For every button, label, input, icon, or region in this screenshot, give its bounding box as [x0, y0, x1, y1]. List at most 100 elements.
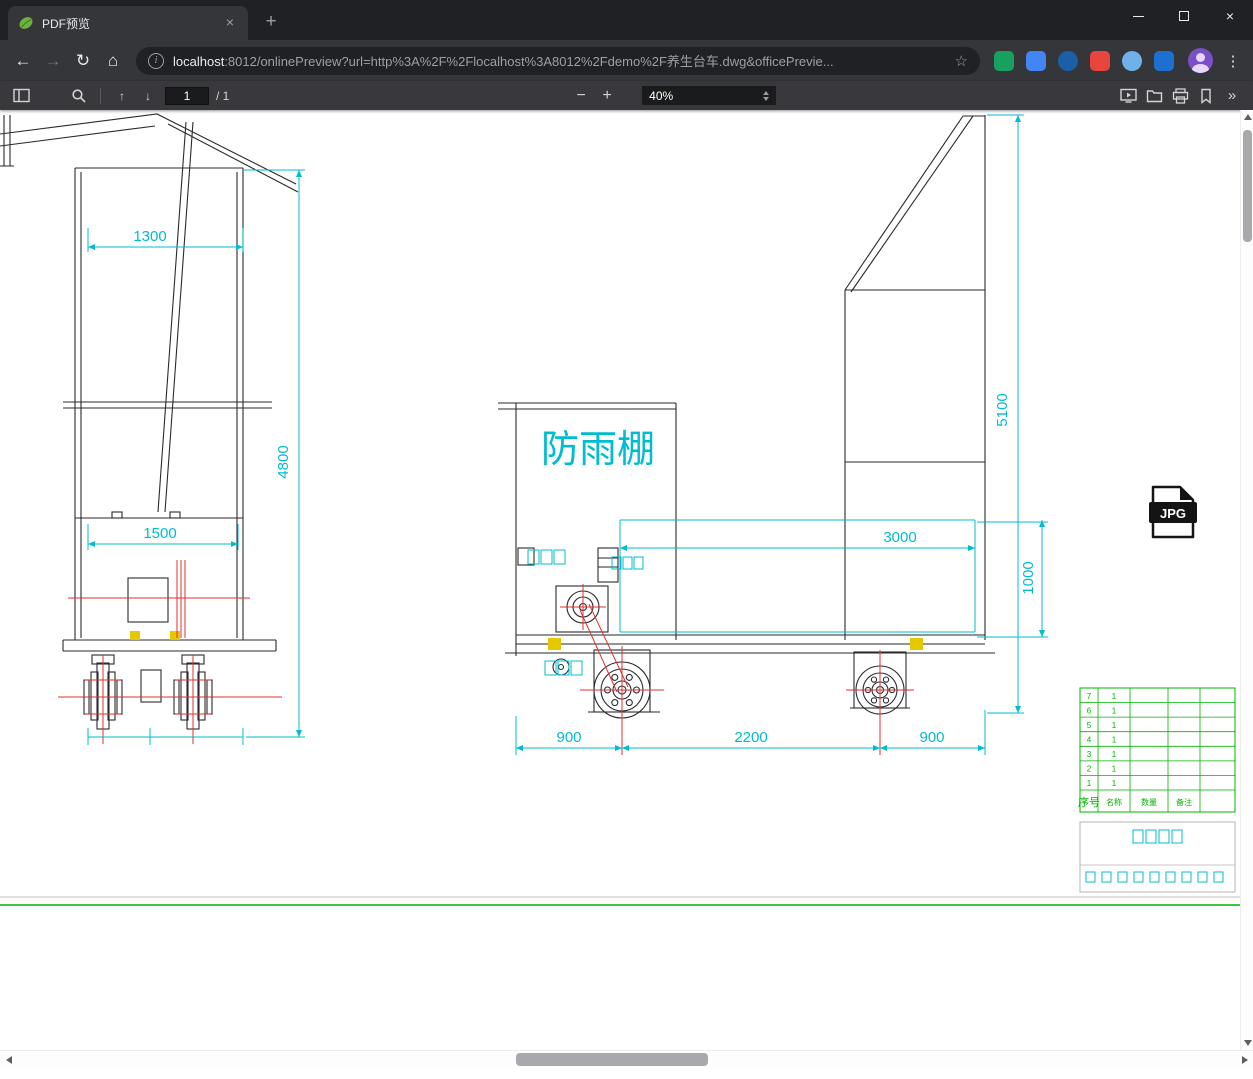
zoom-dropdown-arrows-icon [763, 90, 770, 101]
table-row-no: 3 [1087, 750, 1092, 759]
find-button[interactable] [66, 83, 92, 109]
table-row-no: 4 [1087, 736, 1092, 745]
table-row-no: 7 [1087, 692, 1092, 701]
table-row-qty: 1 [1112, 750, 1117, 759]
dim-front-mid-width: 1500 [143, 525, 176, 542]
table-row-qty: 1 [1112, 692, 1117, 701]
dim-side-tarp-height: 1000 [1020, 561, 1037, 594]
page-count-label: / 1 [216, 88, 230, 103]
sidebar-toggle-button[interactable] [8, 83, 34, 109]
table-header-qty: 数量 [1141, 797, 1157, 807]
print-button[interactable] [1167, 83, 1193, 109]
open-file-button[interactable] [1141, 83, 1167, 109]
extension-icon[interactable] [1090, 50, 1110, 71]
extension-icons [994, 50, 1174, 71]
table-row-qty: 1 [1112, 707, 1117, 716]
table-row-no: 6 [1087, 707, 1092, 716]
pdf-page: 1300 4800 1500 防雨棚 3000 1000 5100 900 22… [0, 110, 1240, 1050]
table-header-no: 序号 [1078, 795, 1100, 809]
parts-table: 7 6 5 4 3 2 1 1 1 1 1 1 1 1 序号 名称 数量 备注 [1078, 687, 1236, 813]
horizontal-scrollbar-thumb[interactable] [516, 1053, 708, 1066]
scroll-down-button[interactable] [1241, 1036, 1253, 1050]
bookmark-star-icon[interactable]: ☆ [955, 52, 968, 70]
table-row-no: 2 [1087, 765, 1092, 774]
back-button[interactable]: ← [8, 46, 38, 76]
browser-menu-button[interactable]: ⋮ [1221, 52, 1245, 70]
zoom-value: 40% [649, 88, 674, 103]
tab-bar: PDF预览 × + × [0, 0, 1253, 40]
zoom-out-button[interactable]: − [568, 83, 594, 109]
navigation-bar: ← → ↻ ⌂ i localhost:8012/onlinePreview?u… [0, 40, 1253, 81]
vertical-scrollbar-thumb[interactable] [1243, 130, 1252, 242]
window-maximize-button[interactable] [1161, 0, 1207, 32]
browser-window: PDF预览 × + × ← → ↻ ⌂ i localhost:8012/onl… [0, 0, 1253, 1079]
scroll-right-icon [1241, 1056, 1248, 1064]
dim-side-tarp-length: 3000 [883, 529, 916, 546]
extension-icon[interactable] [994, 50, 1014, 71]
forward-button[interactable]: → [38, 46, 68, 76]
bookmark-icon [1201, 88, 1211, 104]
table-row-qty: 1 [1112, 765, 1117, 774]
address-bar[interactable]: i localhost:8012/onlinePreview?url=http%… [136, 46, 980, 75]
scroll-up-button[interactable] [1241, 110, 1253, 124]
url-path: :8012/onlinePreview?url=http%3A%2F%2Floc… [224, 54, 834, 69]
extension-icon[interactable] [1154, 50, 1174, 71]
new-tab-button[interactable]: + [258, 9, 284, 35]
open-file-icon [1146, 90, 1162, 103]
search-icon [72, 88, 86, 103]
tab-title: PDF预览 [42, 16, 91, 31]
extension-icon[interactable] [1122, 50, 1142, 71]
cad-glyph-boxes [527, 549, 644, 676]
presentation-mode-icon [1119, 88, 1137, 103]
jpg-icon-label: JPG [1160, 506, 1186, 521]
canopy-label: 防雨棚 [541, 429, 655, 471]
window-minimize-button[interactable] [1115, 0, 1161, 32]
profile-avatar[interactable] [1188, 48, 1213, 73]
page-number-input[interactable] [165, 86, 209, 105]
minimize-icon [1132, 15, 1144, 17]
yellow-pad [170, 631, 180, 640]
zoom-in-button[interactable]: + [594, 83, 620, 109]
vertical-scrollbar[interactable] [1240, 110, 1253, 1050]
bookmark-button[interactable] [1193, 83, 1219, 109]
front-view: 1300 4800 1500 [0, 113, 305, 745]
leaf-icon [19, 17, 33, 29]
print-icon [1172, 87, 1188, 104]
zoom-select[interactable]: 40% [642, 86, 777, 105]
tab-pdf-preview[interactable]: PDF预览 × [8, 6, 248, 40]
scroll-right-button[interactable] [1236, 1051, 1253, 1069]
table-row-qty: 1 [1112, 736, 1117, 745]
dim-side-height: 5100 [994, 393, 1011, 426]
home-button[interactable]: ⌂ [98, 46, 128, 76]
presentation-mode-button[interactable] [1115, 83, 1141, 109]
table-row-no: 5 [1087, 721, 1092, 730]
reload-button[interactable]: ↻ [68, 46, 98, 76]
maximize-icon [1179, 11, 1189, 21]
table-header-note: 备注 [1176, 797, 1192, 807]
yellow-pad [910, 638, 923, 650]
horizontal-scrollbar[interactable] [0, 1050, 1253, 1068]
table-row-qty: 1 [1112, 779, 1117, 788]
yellow-pad [548, 638, 561, 650]
dim-side-rear-overhang: 900 [919, 729, 944, 746]
extension-icon[interactable] [1058, 50, 1078, 71]
next-page-button[interactable]: ↓ [135, 83, 161, 109]
toolbar-divider [100, 87, 101, 104]
title-glyph-boxes [1085, 829, 1224, 883]
previous-page-button[interactable]: ↑ [109, 83, 135, 109]
side-view: 防雨棚 3000 1000 5100 900 2200 900 [498, 114, 1048, 755]
scroll-down-icon [1243, 1040, 1252, 1046]
title-block [1079, 821, 1236, 893]
window-bottom-strip [0, 1068, 1253, 1079]
scroll-left-icon [5, 1056, 12, 1064]
url-text: localhost:8012/onlinePreview?url=http%3A… [173, 51, 947, 70]
extension-icon[interactable] [1026, 50, 1046, 71]
dim-side-wheelbase: 2200 [734, 729, 767, 746]
window-close-button[interactable]: × [1207, 0, 1253, 32]
table-header-name: 名称 [1106, 797, 1122, 807]
site-info-icon[interactable]: i [148, 52, 164, 69]
tab-close-icon[interactable]: × [222, 15, 238, 31]
scroll-up-icon [1243, 114, 1252, 120]
scroll-left-button[interactable] [0, 1051, 17, 1069]
more-tools-button[interactable]: » [1219, 83, 1245, 109]
